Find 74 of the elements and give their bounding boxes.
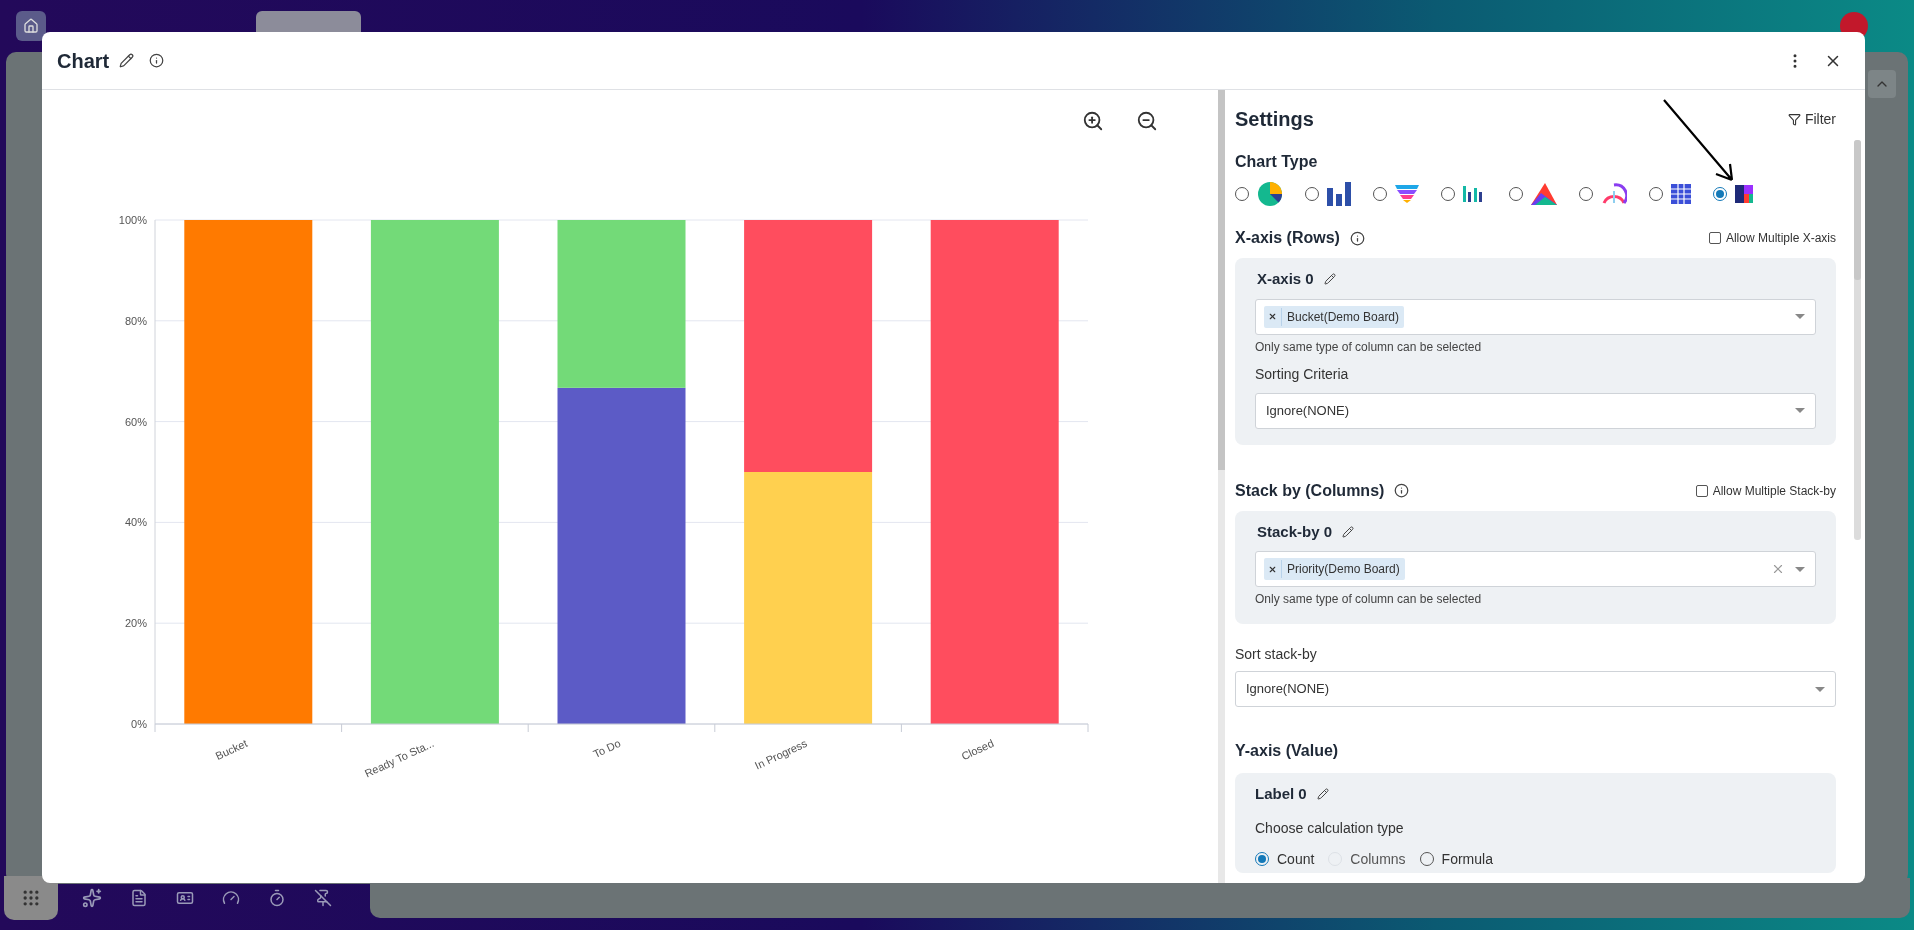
remove-tag-icon[interactable] (1268, 564, 1277, 574)
edit-icon[interactable] (119, 53, 135, 68)
sparkles-icon[interactable] (82, 888, 102, 908)
selected-tag: Bucket(Demo Board) (1264, 305, 1405, 328)
pie-chart-icon (1257, 181, 1283, 207)
section-title: Y-axis (Value) (1235, 741, 1340, 761)
select-field[interactable]: Bucket(Demo Board) (1255, 298, 1816, 335)
y-tick-label: 60% (124, 415, 147, 428)
filter-button[interactable]: Filter (1787, 108, 1836, 130)
field-label: Sort stack-by (1235, 645, 1318, 664)
remove-tag-icon[interactable] (1268, 312, 1277, 321)
radio-label: Columns (1350, 849, 1406, 869)
scrollbar[interactable] (1854, 140, 1861, 540)
treemap-chart-icon (1735, 185, 1753, 203)
dropdown-caret-icon[interactable] (1815, 686, 1825, 692)
x-tick-label: To Do (591, 736, 623, 760)
filter-icon (1787, 112, 1801, 126)
y-tick-label: 100% (118, 214, 147, 226)
card-title: Label 0 (1255, 784, 1307, 804)
y-tick-label: 80% (124, 314, 147, 327)
funnel-chart-icon (1395, 185, 1419, 203)
clear-icon[interactable] (1771, 562, 1785, 576)
info-icon[interactable] (149, 53, 165, 68)
table-chart-icon (1671, 184, 1691, 204)
home-icon (23, 18, 39, 34)
y-tick-label: 20% (124, 617, 147, 630)
section-title: X-axis (Rows) (1235, 228, 1340, 248)
home-button[interactable] (16, 11, 46, 41)
resize-handle[interactable] (1218, 90, 1225, 883)
x-tick-label: Ready To Sta... (362, 736, 436, 780)
section-label: Chart Type (1235, 152, 1319, 172)
selected-tag: Priority(Demo Board) (1264, 558, 1405, 580)
field-label: Sorting Criteria (1255, 364, 1350, 384)
section-title: Stack by (Columns) (1235, 480, 1385, 501)
gauge-chart-icon (1601, 183, 1627, 205)
bar-chart-icon (1327, 182, 1351, 206)
select-value: Ignore(NONE) (1265, 401, 1350, 420)
y-tick-label: 0% (131, 718, 147, 730)
zoom-out-icon[interactable] (1136, 110, 1158, 132)
area-chart-icon (1531, 183, 1557, 205)
checkbox-label: Allow Multiple Stack-by (1712, 482, 1836, 500)
hint-text: Only same type of column can be selected (1255, 591, 1483, 608)
settings-title: Settings (1235, 107, 1314, 132)
radio-label: Formula (1441, 849, 1493, 869)
document-icon[interactable] (130, 889, 148, 907)
edit-icon[interactable] (1316, 788, 1329, 801)
dropdown-caret-icon[interactable] (1795, 566, 1805, 572)
grid-dots-icon (21, 888, 41, 908)
field-label: Choose calculation type (1255, 818, 1405, 838)
select-field[interactable]: Ignore(NONE) (1235, 671, 1836, 707)
select-value: Ignore(NONE) (1245, 680, 1330, 699)
radio-label: Count (1277, 849, 1315, 869)
unpin-icon[interactable] (314, 889, 332, 907)
select-field[interactable]: Ignore(NONE) (1255, 392, 1816, 429)
y-tick-label: 40% (124, 516, 147, 529)
card-title: X-axis 0 (1257, 269, 1314, 289)
dropdown-caret-icon[interactable] (1795, 408, 1805, 413)
gauge-icon[interactable] (222, 889, 240, 907)
zoom-in-icon[interactable] (1082, 110, 1104, 132)
checkbox[interactable] (1708, 232, 1721, 244)
edit-icon[interactable] (1323, 273, 1336, 286)
checkbox-label: Allow Multiple X-axis (1725, 230, 1836, 247)
apps-button[interactable] (4, 876, 58, 920)
id-card-icon[interactable] (176, 889, 194, 907)
timer-icon[interactable] (268, 889, 286, 907)
hint-text: Only same type of column can be selected (1255, 338, 1483, 356)
info-icon[interactable] (1394, 483, 1410, 498)
edit-icon[interactable] (1342, 525, 1355, 538)
modal-title: Chart (57, 48, 110, 74)
info-icon[interactable] (1349, 230, 1365, 246)
checkbox[interactable] (1695, 484, 1708, 497)
card-title: Stack-by 0 (1257, 521, 1333, 542)
dropdown-caret-icon[interactable] (1795, 314, 1805, 319)
select-field[interactable]: Priority(Demo Board) (1255, 551, 1816, 587)
